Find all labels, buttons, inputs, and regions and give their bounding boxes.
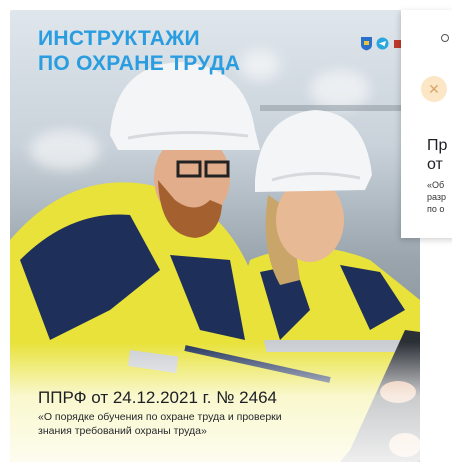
document-title: ППРФ от 24.12.2021 г. № 2464 [38,388,277,407]
headline-line-1: ИНСТРУКТАЖИ [38,27,200,50]
headline-line-2: ПО ОХРАНЕ ТРУДА [38,52,241,75]
next-card-title: Пр от [427,136,447,174]
slide-indicator-dot[interactable] [441,34,449,42]
card-headline: ИНСТРУКТАЖИ ПО ОХРАНЕ ТРУДА [38,26,240,76]
telegram-icon [376,37,389,50]
next-card-subtitle-line-3: по о [427,204,445,214]
next-card-title-line-1: Пр [427,137,448,154]
close-icon[interactable]: ✕ [421,76,447,102]
document-subtitle-line-2: знания требований охраны труда» [38,425,207,437]
document-subtitle-line-1: «О порядке обучения по охране труда и пр… [38,411,282,423]
next-card-subtitle-line-1: «Об [427,180,445,190]
document-subtitle: «О порядке обучения по охране труда и пр… [38,410,338,438]
next-card[interactable]: ✕ Пр от «Об разр по о [401,10,452,238]
coat-of-arms-icon [361,37,372,51]
instruction-card[interactable]: ИНСТРУКТАЖИ ПО ОХРАНЕ ТРУДА ППРФ от 24.1… [10,10,420,462]
next-card-subtitle: «Об разр по о [427,179,446,215]
next-card-title-line-2: от [427,156,443,173]
partner-logos [360,36,405,51]
next-card-subtitle-line-2: разр [427,192,447,202]
